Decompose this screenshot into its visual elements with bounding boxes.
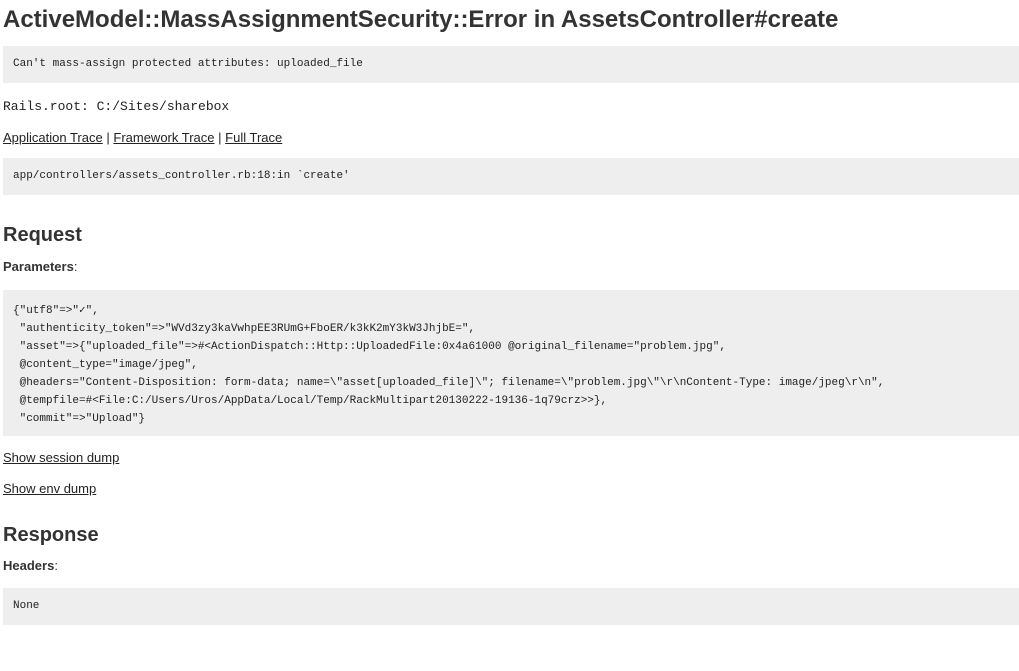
- trace-separator: |: [106, 130, 110, 145]
- full-trace-link[interactable]: Full Trace: [225, 130, 282, 145]
- response-headers-dump: None: [3, 588, 1019, 625]
- show-env-dump-link[interactable]: Show env dump: [3, 481, 1019, 497]
- headers-label: Headers:: [3, 558, 1019, 574]
- request-heading: Request: [3, 224, 82, 246]
- parameters-label-text: Parameters: [3, 259, 74, 274]
- rails-root: Rails.root: C:/Sites/sharebox: [3, 99, 230, 114]
- application-trace-link[interactable]: Application Trace: [3, 130, 103, 145]
- error-page: ActiveModel::MassAssignmentSecurity::Err…: [0, 0, 1019, 625]
- show-session-dump-link[interactable]: Show session dump: [3, 450, 1019, 466]
- trace-separator: |: [218, 130, 222, 145]
- headers-label-text: Headers: [3, 558, 55, 573]
- parameters-label-colon: :: [73, 259, 78, 274]
- error-message: Can't mass-assign protected attributes: …: [3, 46, 1019, 83]
- parameters-label: Parameters:: [3, 259, 1019, 275]
- page-title: ActiveModel::MassAssignmentSecurity::Err…: [3, 6, 839, 33]
- headers-label-colon: :: [54, 558, 58, 573]
- framework-trace-link[interactable]: Framework Trace: [113, 130, 214, 145]
- response-heading: Response: [3, 524, 99, 546]
- trace-links: Application Trace | Framework Trace | Fu…: [3, 130, 1019, 146]
- parameters-dump: {"utf8"=>"✓", "authenticity_token"=>"WVd…: [3, 290, 1019, 436]
- application-trace: app/controllers/assets_controller.rb:18:…: [3, 158, 1019, 195]
